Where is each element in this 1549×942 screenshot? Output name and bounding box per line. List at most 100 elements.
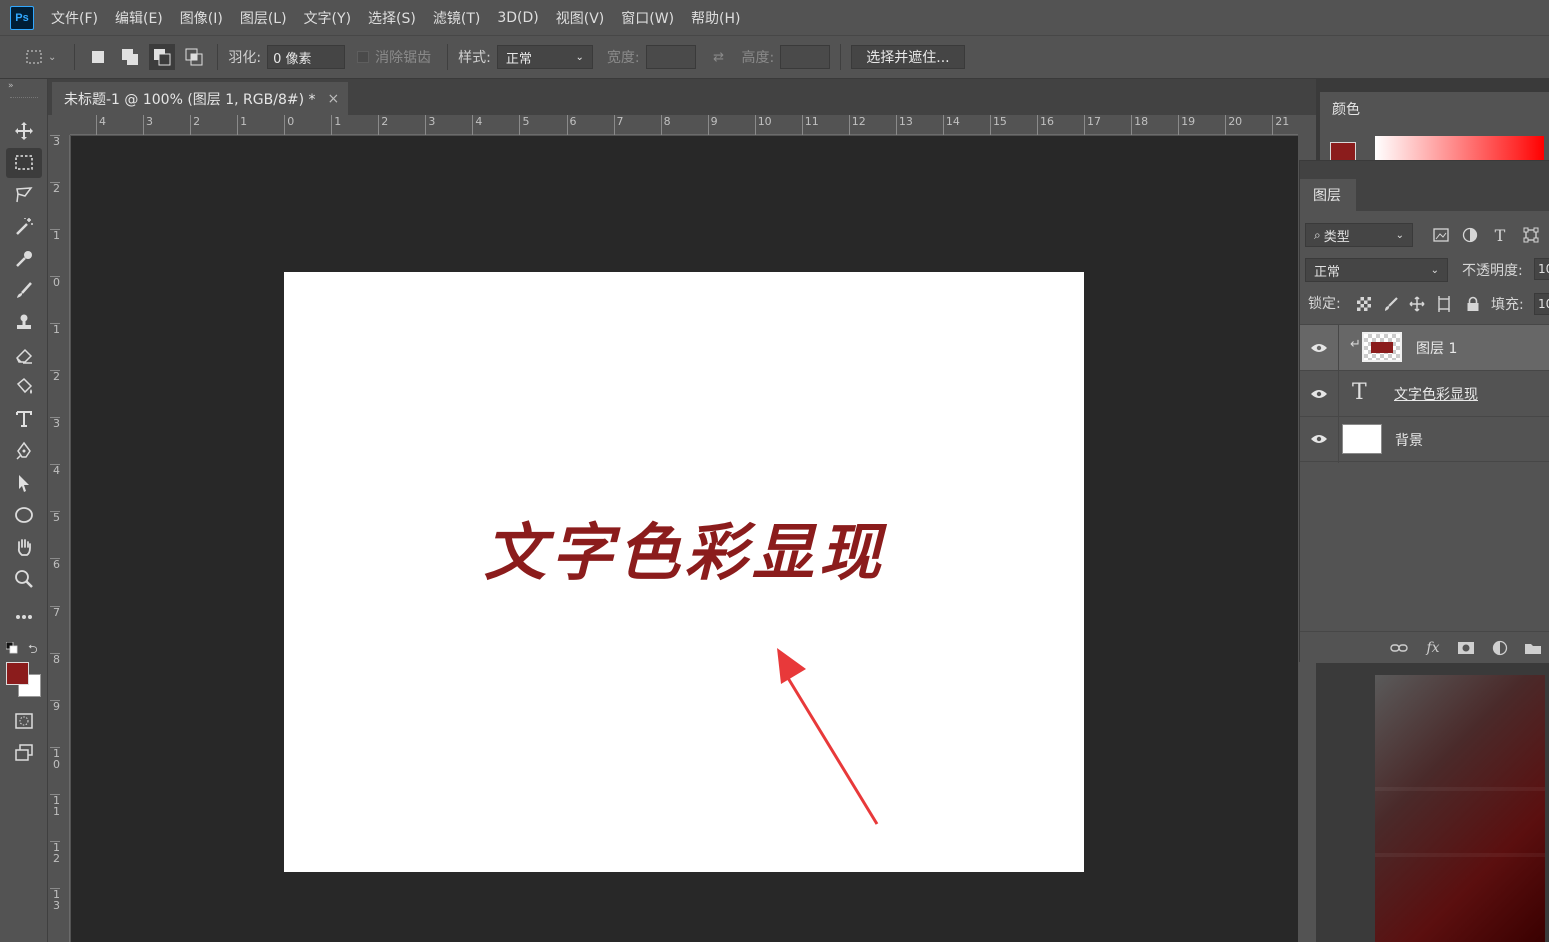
- layer-row[interactable]: 背景: [1300, 416, 1549, 463]
- text-layer-icon: T: [1352, 380, 1367, 405]
- menu-edit[interactable]: 编辑(E): [115, 8, 163, 28]
- menu-help[interactable]: 帮助(H): [691, 8, 740, 28]
- filter-shape-icon[interactable]: [1521, 225, 1541, 245]
- marquee-preset-icon[interactable]: [22, 44, 48, 70]
- subtract-selection-icon[interactable]: [149, 44, 176, 70]
- chevron-down-icon: ⌄: [1395, 229, 1404, 241]
- foreground-color-swatch[interactable]: [6, 662, 29, 685]
- clone-stamp-tool-icon[interactable]: [6, 308, 42, 338]
- layer-name[interactable]: 图层 1: [1416, 338, 1457, 358]
- new-selection-icon[interactable]: [85, 44, 111, 70]
- vertical-ruler[interactable]: 3 2 1 0 1 2 3 4 5 6 7 8 9 10 11 12 13: [50, 135, 70, 942]
- document-tab[interactable]: 未标题-1 @ 100% (图层 1, RGB/8#) * ×: [52, 82, 348, 115]
- filter-adjustment-icon[interactable]: [1460, 225, 1480, 245]
- add-selection-icon[interactable]: [117, 44, 143, 70]
- antialias-checkbox[interactable]: [357, 51, 370, 63]
- collapse-panel-icon[interactable]: »: [8, 81, 14, 91]
- swap-colors-icon[interactable]: ⮌: [28, 640, 38, 661]
- opacity-input[interactable]: 100%: [1534, 258, 1549, 280]
- default-colors-icon[interactable]: [5, 641, 18, 654]
- height-input[interactable]: [780, 45, 831, 69]
- ruler-tick-label: 4: [472, 115, 482, 135]
- canvas-text-layer: 文字色彩显现: [484, 516, 887, 589]
- panel-grip[interactable]: [10, 97, 38, 100]
- folder-icon[interactable]: [1522, 638, 1544, 658]
- paint-bucket-tool-icon[interactable]: [6, 372, 42, 402]
- feather-input[interactable]: 0 像素: [267, 45, 346, 69]
- pen-tool-icon[interactable]: [6, 436, 42, 466]
- eraser-tool-icon[interactable]: [6, 340, 42, 370]
- blend-mode-select[interactable]: 正常 ⌄: [1305, 258, 1448, 282]
- visibility-eye-icon[interactable]: [1310, 432, 1328, 446]
- ruler-tick-label: 2: [378, 115, 388, 135]
- fx-icon[interactable]: fx: [1422, 638, 1444, 658]
- hand-tool-icon[interactable]: [6, 532, 42, 562]
- divider: [1338, 417, 1339, 463]
- horizontal-ruler[interactable]: 4 3 2 1 0 1 2 3 4 5 6 7 8 9 10 11 12 13 14 15 16 17 18 19 20 21: [70, 115, 1298, 135]
- layers-panel-tab[interactable]: 图层: [1300, 179, 1356, 211]
- eyedropper-tool-icon[interactable]: [6, 244, 42, 274]
- red-arrow-annotation: [777, 648, 879, 825]
- swap-dimensions-icon[interactable]: ⇄: [706, 44, 732, 70]
- lock-image-pixels-icon[interactable]: [1382, 295, 1400, 313]
- menu-window[interactable]: 窗口(W): [621, 8, 674, 28]
- ruler-tick-label: 12: [848, 115, 866, 135]
- lock-artboard-icon[interactable]: [1435, 295, 1453, 313]
- divider: [840, 44, 842, 70]
- menu-view[interactable]: 视图(V): [556, 8, 605, 28]
- gradient-swatches-panel[interactable]: [1375, 675, 1545, 942]
- visibility-eye-icon[interactable]: [1310, 387, 1328, 401]
- lock-position-icon[interactable]: [1408, 295, 1426, 313]
- menu-layer[interactable]: 图层(L): [240, 8, 287, 28]
- marquee-tool-icon[interactable]: [6, 148, 42, 178]
- filter-type-icon[interactable]: T: [1490, 225, 1510, 245]
- menu-filter[interactable]: 滤镜(T): [433, 8, 480, 28]
- layer-filter-select[interactable]: ⌕ 类型 ⌄: [1305, 223, 1413, 247]
- quick-mask-icon[interactable]: [6, 706, 42, 736]
- select-and-mask-button[interactable]: 选择并遮住...: [851, 45, 965, 69]
- layer-name[interactable]: 背景: [1395, 430, 1423, 450]
- adjustment-icon[interactable]: [1489, 638, 1511, 658]
- layer-name[interactable]: 文字色彩显现: [1394, 384, 1478, 404]
- zoom-tool-icon[interactable]: [6, 564, 42, 594]
- menu-3d[interactable]: 3D(D): [497, 10, 538, 26]
- document-canvas[interactable]: 文字色彩显现: [284, 272, 1084, 872]
- color-ramp[interactable]: [1375, 136, 1544, 161]
- ruler-tick-label: 4: [50, 464, 60, 476]
- ruler-origin[interactable]: [50, 115, 70, 135]
- screen-mode-icon[interactable]: [6, 738, 42, 768]
- menu-select[interactable]: 选择(S): [368, 8, 416, 28]
- width-input[interactable]: [645, 45, 696, 69]
- menu-image[interactable]: 图像(I): [180, 8, 223, 28]
- lasso-tool-icon[interactable]: [6, 180, 42, 210]
- menu-file[interactable]: 文件(F): [51, 8, 98, 28]
- layer-thumbnail[interactable]: [1342, 424, 1382, 454]
- more-tools-icon[interactable]: [6, 602, 42, 632]
- style-select[interactable]: 正常 ⌄: [496, 45, 593, 69]
- layer-row[interactable]: ↵ 图层 1: [1300, 324, 1549, 371]
- clipping-mask-icon: ↵: [1350, 337, 1361, 352]
- ruler-tick-label: 13: [895, 115, 913, 135]
- move-tool-icon[interactable]: [6, 116, 42, 146]
- brush-tool-icon[interactable]: [6, 276, 42, 306]
- path-selection-tool-icon[interactable]: [6, 468, 42, 498]
- divider: [1338, 325, 1339, 371]
- intersect-selection-icon[interactable]: [181, 44, 207, 70]
- link-icon[interactable]: [1388, 638, 1410, 658]
- fill-input[interactable]: 100%: [1534, 293, 1549, 315]
- type-tool-icon[interactable]: [6, 404, 42, 434]
- ellipse-tool-icon[interactable]: [6, 500, 42, 530]
- close-tab-icon[interactable]: ×: [328, 91, 340, 107]
- color-panel-tab[interactable]: 颜色: [1320, 93, 1372, 125]
- preset-chevron-down-icon[interactable]: ⌄: [48, 52, 56, 63]
- visibility-eye-icon[interactable]: [1310, 341, 1328, 355]
- mask-icon[interactable]: [1455, 638, 1477, 658]
- lock-all-icon[interactable]: [1464, 295, 1482, 313]
- lock-transparent-pixels-icon[interactable]: [1355, 295, 1373, 313]
- magic-wand-tool-icon[interactable]: [6, 212, 42, 242]
- menu-type[interactable]: 文字(Y): [304, 8, 351, 28]
- menu-bar: Ps 文件(F) 编辑(E) 图像(I) 图层(L) 文字(Y) 选择(S) 滤…: [0, 0, 1549, 35]
- layer-thumbnail[interactable]: [1362, 332, 1402, 362]
- filter-pixel-icon[interactable]: [1431, 225, 1451, 245]
- layer-row[interactable]: T 文字色彩显现: [1300, 370, 1549, 417]
